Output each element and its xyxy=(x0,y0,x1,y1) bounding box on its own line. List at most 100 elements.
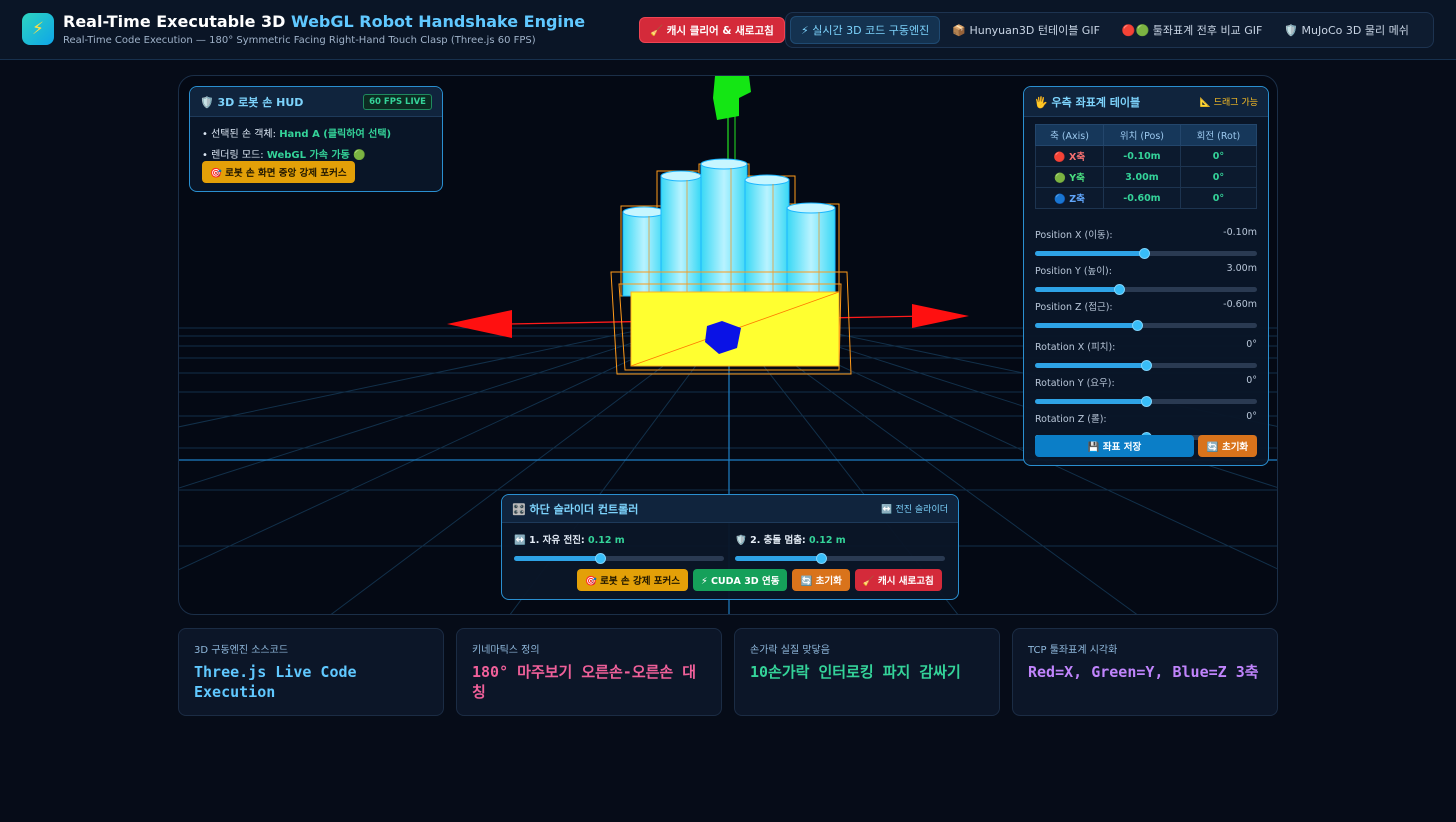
cache-clear-refresh-button[interactable]: 🧹 캐시 클리어 & 새로고침 xyxy=(639,17,785,43)
slider-thumb[interactable] xyxy=(816,553,828,564)
webgl-viewport[interactable]: 🛡️ 3D 로봇 손 HUD 60 FPS LIVE • 선택된 손 객체: H… xyxy=(178,75,1278,615)
card-value: Three.js Live Code Execution xyxy=(194,663,357,701)
axis-y-pos: 3.00m xyxy=(1103,166,1181,188)
slider-label: Position Z (접근): xyxy=(1035,302,1113,313)
tab-bar: ⚡ 실시간 3D 코드 구동엔진 📦 Hunyuan3D 턴테이블 GIF 🔴🟢… xyxy=(785,12,1434,48)
column-header-axis: 축 (Axis) xyxy=(1034,124,1105,146)
hud-render-value: WebGL 가속 가동 🟢 xyxy=(266,150,366,161)
info-card-source-code: 3D 구동엔진 소스코드 Three.js Live Code Executio… xyxy=(178,628,444,716)
slider-thumb[interactable] xyxy=(595,553,607,564)
slider-track[interactable] xyxy=(1035,248,1257,259)
hud-panel: 🛡️ 3D 로봇 손 HUD 60 FPS LIVE • 선택된 손 객체: H… xyxy=(189,86,443,192)
slider-track[interactable] xyxy=(1035,320,1257,331)
app-title: Real-Time Executable 3D WebGL Robot Hand… xyxy=(63,12,585,31)
slider-track[interactable] xyxy=(1035,284,1257,295)
card-value: 180° 마주보기 오른손-오른손 대칭 xyxy=(472,663,697,701)
card-label: 3D 구동엔진 소스코드 xyxy=(194,645,289,656)
slider-label: Rotation Z (롤): xyxy=(1035,414,1107,425)
slider-position-z: Position Z (접근): -0.60m xyxy=(1035,299,1257,331)
card-label: 키네마틱스 정의 xyxy=(472,645,540,656)
free-advance-value: 0.12 m xyxy=(588,535,625,546)
slider-track[interactable] xyxy=(1035,360,1257,371)
coordinate-panel-title: 🖐️ 우측 좌표계 테이블 xyxy=(1034,95,1141,109)
cache-refresh-button[interactable]: 🧹 캐시 새로고침 xyxy=(854,569,942,591)
drag-note: 📐 드래그 가능 xyxy=(1199,98,1258,108)
hud-selected-label: • 선택된 손 객체: xyxy=(202,129,280,140)
hud-center-focus-button[interactable]: 🎯 로봇 손 화면 중앙 강제 포커스 xyxy=(202,161,355,183)
slider-track[interactable] xyxy=(514,553,724,564)
axis-z-pos: -0.60m xyxy=(1103,187,1181,209)
controller-reset-button[interactable]: 🔄 초기화 xyxy=(792,569,850,591)
axis-table: 축 (Axis) 위치 (Pos) 회전 (Rot) 🔴 X축 -0.10m 0… xyxy=(1034,124,1258,209)
slider-fill xyxy=(1035,363,1146,368)
column-header-rot: 회전 (Rot) xyxy=(1179,124,1258,146)
force-focus-button[interactable]: 🎯 로봇 손 강제 포커스 xyxy=(577,569,688,591)
slider-fill xyxy=(1035,251,1144,256)
tab-mujoco-physics-mesh[interactable]: 🛡️ MuJoCo 3D 물리 메쉬 xyxy=(1274,16,1418,44)
slider-thumb[interactable] xyxy=(1141,396,1152,407)
slider-rotation-y: Rotation Y (요우): 0° xyxy=(1035,375,1257,407)
card-label: 손가락 실질 맞닿음 xyxy=(750,645,830,656)
slider-value: 0° xyxy=(1246,375,1257,386)
axis-z-label: 🔵 Z축 xyxy=(1034,187,1105,209)
reset-coordinates-button[interactable]: 🔄 초기화 xyxy=(1198,435,1257,457)
column-header-pos: 위치 (Pos) xyxy=(1103,124,1181,146)
app-header: ⚡ Real-Time Executable 3D WebGL Robot Ha… xyxy=(0,0,1456,60)
hud-title: 🛡️ 3D 로봇 손 HUD xyxy=(200,95,304,109)
slider-label: Rotation Y (요우): xyxy=(1035,378,1115,389)
hud-header: 🛡️ 3D 로봇 손 HUD 60 FPS LIVE xyxy=(190,87,442,117)
slider-thumb[interactable] xyxy=(1141,360,1152,371)
slider-value: 3.00m xyxy=(1226,263,1257,274)
slider-track[interactable] xyxy=(735,553,945,564)
lightning-logo-icon: ⚡ xyxy=(22,13,54,45)
slider-controller-header: 🎛️ 하단 슬라이더 컨트롤러 ↔️ 전진 슬라이더 xyxy=(502,495,958,523)
card-value: Red=X, Green=Y, Blue=Z 3축 xyxy=(1028,663,1259,681)
coordinate-panel-header[interactable]: 🖐️ 우측 좌표계 테이블 📐 드래그 가능 xyxy=(1024,87,1268,117)
slider-position-x: Position X (이동): -0.10m xyxy=(1035,227,1257,259)
tab-hunyuan3d-turntable[interactable]: 📦 Hunyuan3D 턴테이블 GIF xyxy=(942,16,1110,44)
slider-thumb[interactable] xyxy=(1138,248,1150,259)
save-coordinates-button[interactable]: 💾 좌표 저장 xyxy=(1035,435,1194,457)
tab-realtime-3d-engine[interactable]: ⚡ 실시간 3D 코드 구동엔진 xyxy=(790,16,941,44)
slider-thumb[interactable] xyxy=(1114,284,1126,295)
slider-value: -0.60m xyxy=(1223,299,1257,310)
coordinate-panel[interactable]: 🖐️ 우측 좌표계 테이블 📐 드래그 가능 축 (Axis) 위치 (Pos)… xyxy=(1023,86,1269,466)
slider-value: -0.10m xyxy=(1223,227,1257,238)
info-card-finger-contact: 손가락 실질 맞닿음 10손가락 인터로킹 파지 감싸기 xyxy=(734,628,1000,716)
slider-thumb[interactable] xyxy=(1132,320,1144,331)
collision-stop-value: 0.12 m xyxy=(809,535,846,546)
slider-label: Position X (이동): xyxy=(1035,230,1113,241)
slider-position-y: Position Y (높이): 3.00m xyxy=(1035,263,1257,295)
hud-selected-line: • 선택된 손 객체: Hand A (클릭하여 선택) xyxy=(190,125,442,140)
table-row: 🔴 X축 -0.10m 0° xyxy=(1034,145,1258,167)
info-card-kinematics: 키네마틱스 정의 180° 마주보기 오른손-오른손 대칭 xyxy=(456,628,722,716)
axis-x-pos: -0.10m xyxy=(1103,145,1181,167)
collision-stop-slider: 🛡️ 2. 충돌 멈춤: 0.12 m xyxy=(735,532,945,564)
tab-tool-frame-compare[interactable]: 🔴🟢 툴좌표계 전후 비교 GIF xyxy=(1112,16,1272,44)
cuda-link-button[interactable]: ⚡ CUDA 3D 연동 xyxy=(692,569,788,591)
axis-z-rot: 0° xyxy=(1179,187,1258,209)
info-card-tcp-frame: TCP 툴좌표계 시각화 Red=X, Green=Y, Blue=Z 3축 xyxy=(1012,628,1278,716)
card-value: 10손가락 인터로킹 파지 감싸기 xyxy=(750,663,961,681)
slider-label: Rotation X (피치): xyxy=(1035,342,1116,353)
slider-controller-title: 🎛️ 하단 슬라이더 컨트롤러 xyxy=(512,502,639,516)
slider-fill xyxy=(514,556,601,561)
hud-render-label: • 렌더링 모드: xyxy=(202,150,267,161)
fps-live-badge: 60 FPS LIVE xyxy=(363,93,432,110)
slider-fill xyxy=(1035,323,1138,328)
app-title-highlight: WebGL Robot Handshake Engine xyxy=(291,12,586,31)
axis-y-rot: 0° xyxy=(1179,166,1258,188)
card-label: TCP 툴좌표계 시각화 xyxy=(1028,645,1118,656)
slider-track[interactable] xyxy=(1035,396,1257,407)
hud-selected-value[interactable]: Hand A (클릭하여 선택) xyxy=(279,129,391,140)
slider-controller-note: ↔️ 전진 슬라이더 xyxy=(881,505,948,515)
collision-stop-label-text: 🛡️ 2. 충돌 멈춤: xyxy=(735,535,810,546)
hud-render-line: • 렌더링 모드: WebGL 가속 가동 🟢 xyxy=(190,146,442,161)
slider-fill xyxy=(1035,287,1120,292)
free-advance-label-text: ↔️ 1. 자유 전진: xyxy=(514,535,589,546)
table-row: 🔵 Z축 -0.60m 0° xyxy=(1034,187,1258,209)
slider-value: 0° xyxy=(1246,339,1257,350)
robot-hand-fingers xyxy=(620,158,840,297)
axis-y-label: 🟢 Y축 xyxy=(1034,166,1105,188)
slider-fill xyxy=(735,556,822,561)
